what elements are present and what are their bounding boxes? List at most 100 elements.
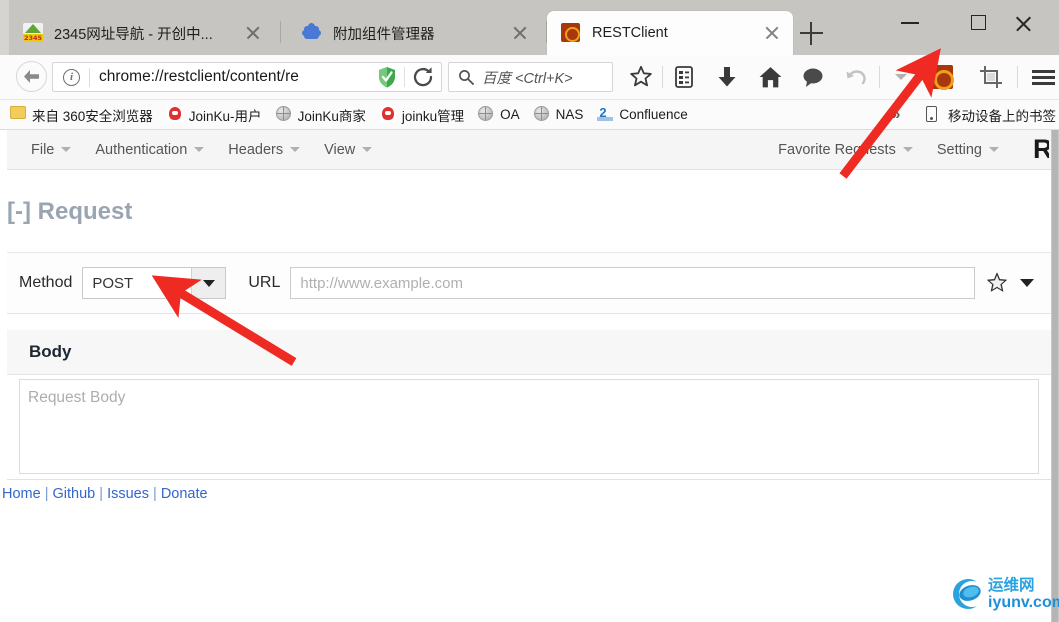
bookmark-label: NAS <box>555 107 584 122</box>
home-icon[interactable] <box>752 59 788 95</box>
confluence-icon <box>597 105 614 123</box>
tab-title: 附加组件管理器 <box>333 26 435 43</box>
bookmark-item-1[interactable]: JoinKu-用户 <box>166 103 262 127</box>
bookmark-label: JoinKu-用户 <box>188 108 262 124</box>
navigation-toolbar: i chrome://restclient/content/re 百度 <Ctr… <box>0 55 1059 100</box>
url-divider <box>89 67 90 87</box>
menu-label: Authentication <box>95 141 188 158</box>
restclient-brand-text: RESTClient <box>1033 134 1049 164</box>
browser-tab-3-active[interactable]: RESTClient <box>547 11 793 55</box>
restclient-page: File Authentication Headers View Favorit… <box>0 130 1053 622</box>
back-arrow-icon <box>24 70 39 83</box>
menu-headers[interactable]: Headers <box>228 141 301 158</box>
watermark-en: iyunv.com <box>988 593 1059 611</box>
chevron-down-icon[interactable] <box>191 268 226 298</box>
footer-link-donate[interactable]: Donate <box>161 486 208 502</box>
bookmark-label: joinku管理 <box>401 108 465 124</box>
bookmark-item-2[interactable]: JoinKu商家 <box>275 103 366 127</box>
footer-link-issues[interactable]: Issues <box>107 486 149 502</box>
search-bar[interactable]: 百度 <Ctrl+K> <box>448 62 613 92</box>
folder-icon <box>10 106 27 123</box>
browser-tab-1[interactable]: 2345 2345网址导航 - 开创中... <box>9 11 274 55</box>
request-section-title[interactable]: [-] Request <box>7 198 132 226</box>
close-icon <box>1014 14 1033 33</box>
footer-separator: | <box>40 486 53 502</box>
footer-link-home[interactable]: Home <box>2 486 41 502</box>
request-body-textarea[interactable]: Request Body <box>19 379 1039 474</box>
new-tab-button[interactable] <box>800 22 824 46</box>
menu-hamburger-icon[interactable] <box>1025 59 1059 95</box>
tab-close-icon[interactable] <box>244 24 262 42</box>
mobile-device-icon <box>926 106 943 123</box>
downloads-icon[interactable] <box>709 59 745 95</box>
body-section-header: Body <box>7 330 1051 375</box>
joinku-icon <box>166 106 184 123</box>
menu-file[interactable]: File <box>31 141 72 158</box>
url-history-chevron-icon[interactable] <box>1015 271 1039 295</box>
reload-icon <box>413 67 433 87</box>
menu-label: Headers <box>228 141 284 158</box>
back-button[interactable] <box>11 58 49 96</box>
globe-icon <box>478 106 495 123</box>
tabstrip-left-edge <box>0 0 9 55</box>
window-minimize-button[interactable] <box>887 5 933 39</box>
security-shield-icon[interactable] <box>378 66 396 88</box>
bookmark-star-icon[interactable] <box>623 59 659 95</box>
favorite-star-icon[interactable] <box>985 271 1009 295</box>
url-input[interactable]: http://www.example.com <box>290 267 976 299</box>
maximize-icon <box>971 15 986 30</box>
tab-close-icon[interactable] <box>763 24 781 42</box>
url-actions <box>985 271 1039 295</box>
chat-icon[interactable] <box>795 59 831 95</box>
watermark-cn: 运维网 <box>988 575 1035 594</box>
menu-view[interactable]: View <box>324 142 373 158</box>
bookmark-item-mobile[interactable]: 移动设备上的书签 <box>926 103 1056 127</box>
footer-separator: | <box>149 486 161 502</box>
address-bar[interactable]: i chrome://restclient/content/re <box>52 62 442 92</box>
footer-link-github[interactable]: Github <box>53 486 96 502</box>
bookmark-item-4[interactable]: OA <box>478 103 520 127</box>
watermark-text: 运维网 iyunv.com <box>988 575 1059 612</box>
method-label: Method <box>19 274 73 291</box>
menu-label: Favorite Requests <box>778 141 896 158</box>
page-scrollbar[interactable] <box>1051 130 1059 622</box>
reading-list-icon[interactable] <box>666 59 702 95</box>
menu-authentication[interactable]: Authentication <box>95 141 205 158</box>
undo-icon[interactable] <box>838 59 874 95</box>
url-label: URL <box>248 274 281 291</box>
restclient-toolbar-icon[interactable] <box>923 59 959 95</box>
restclient-icon <box>561 23 581 43</box>
chevron-down-icon <box>989 147 999 152</box>
tab-close-icon[interactable] <box>511 24 529 42</box>
page-scrollbar-thumb[interactable] <box>1052 130 1058 622</box>
screenshot-crop-icon[interactable] <box>973 59 1009 95</box>
overflow-caret-icon[interactable] <box>883 59 919 95</box>
browser-tab-2[interactable]: 附加组件管理器 <box>288 11 541 55</box>
bookmark-item-3[interactable]: joinku管理 <box>379 103 465 127</box>
menu-setting[interactable]: Setting <box>937 142 999 158</box>
globe-icon <box>533 106 551 123</box>
request-body-placeholder: Request Body <box>28 389 126 406</box>
bookmarks-overflow-button[interactable]: » <box>892 106 900 123</box>
menu-label: File <box>31 141 55 158</box>
method-select[interactable]: POST <box>82 267 227 299</box>
toolbar-divider <box>662 66 663 88</box>
page-info-icon[interactable]: i <box>63 68 80 86</box>
bookmark-item-0[interactable]: 来自 360安全浏览器 <box>10 103 153 127</box>
minimize-icon <box>901 22 919 24</box>
chevron-down-icon <box>290 147 301 152</box>
bookmark-label: Confluence <box>619 107 688 122</box>
watermark-logo-icon <box>953 579 981 609</box>
menu-label: Setting <box>936 141 982 158</box>
window-close-button[interactable] <box>1001 5 1047 39</box>
bookmark-item-5[interactable]: NAS <box>533 103 584 127</box>
window-maximize-button[interactable] <box>955 5 1001 39</box>
chevron-down-icon <box>362 147 373 152</box>
search-icon <box>459 70 474 85</box>
bookmark-item-6[interactable]: Confluence <box>597 103 688 127</box>
search-placeholder: 百度 <Ctrl+K> <box>482 70 573 87</box>
menu-favorite-requests[interactable]: Favorite Requests <box>778 142 913 158</box>
bookmark-label: 来自 360安全浏览器 <box>32 108 153 124</box>
reload-button[interactable] <box>405 62 441 92</box>
footer-links: Home | Github | Issues | Donate <box>2 486 208 502</box>
